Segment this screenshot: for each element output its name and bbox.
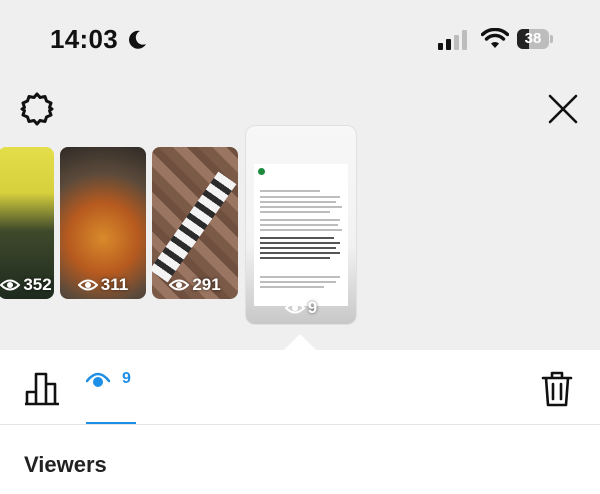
- story-view-count: 291: [152, 275, 238, 295]
- story-view-count: 311: [60, 275, 146, 295]
- battery-icon: 38: [517, 29, 553, 49]
- viewers-heading: Viewers: [24, 452, 107, 477]
- divider: [0, 424, 600, 425]
- story-view-count: 352: [0, 275, 54, 295]
- thumbnail-decoration: [152, 171, 237, 283]
- close-icon[interactable]: [546, 92, 580, 126]
- eye-icon: [0, 279, 21, 291]
- eye-icon: [284, 302, 305, 314]
- selected-pointer: [284, 334, 316, 350]
- signal-icon: [438, 30, 467, 50]
- tab-views[interactable]: 9: [86, 370, 131, 388]
- story-thumbnail[interactable]: 311: [60, 147, 146, 299]
- stats-icon[interactable]: [24, 370, 62, 406]
- eye-icon: [77, 279, 98, 291]
- story-thumbnail-selected[interactable]: 9: [245, 125, 357, 325]
- views-count: 9: [122, 370, 131, 387]
- battery-level: 38: [524, 30, 542, 47]
- story-view-count: 9: [246, 298, 356, 318]
- moon-icon: [129, 30, 146, 49]
- settings-icon[interactable]: [19, 91, 55, 127]
- status-time: 14:03: [50, 24, 118, 54]
- document-preview: [254, 164, 348, 306]
- story-thumbnail[interactable]: 291: [152, 147, 238, 299]
- eye-icon: [169, 279, 190, 291]
- trash-icon[interactable]: [540, 370, 574, 408]
- story-thumbnail[interactable]: 352: [0, 147, 54, 299]
- eye-icon: [86, 372, 110, 387]
- wifi-icon: [481, 28, 509, 48]
